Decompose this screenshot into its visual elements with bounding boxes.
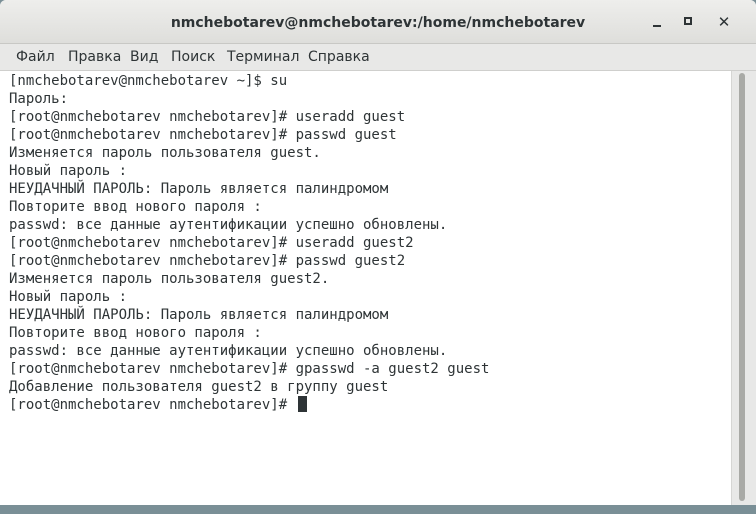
window-title: nmchebotarev@nmchebotarev:/home/nmchebot… xyxy=(170,15,586,31)
maximize-icon xyxy=(684,17,692,25)
terminal-line: НЕУДАЧНЫЙ ПАРОЛЬ: Пароль является палинд… xyxy=(9,307,389,323)
close-button[interactable]: ✕ xyxy=(714,12,734,32)
scrollbar-thumb[interactable] xyxy=(739,73,745,501)
terminal-output[interactable]: [nmchebotarev@nmchebotarev ~]$ su Пароль… xyxy=(0,71,731,505)
terminal-line: [nmchebotarev@nmchebotarev ~]$ su xyxy=(9,73,288,89)
minimize-button[interactable] xyxy=(647,12,667,32)
menu-help[interactable]: Справка xyxy=(308,44,370,71)
terminal-line: [root@nmchebotarev nmchebotarev]# gpassw… xyxy=(9,361,490,377)
menu-file[interactable]: Файл xyxy=(16,44,55,71)
text-cursor xyxy=(297,396,307,412)
terminal-line: Новый пароль : xyxy=(9,289,128,305)
terminal-line: Повторите ввод нового пароля : xyxy=(9,325,262,341)
menu-bar: Файл Правка Вид Поиск Терминал Справка xyxy=(0,44,756,71)
terminal-line: Изменяется пароль пользователя guest2. xyxy=(9,271,330,287)
menu-search[interactable]: Поиск xyxy=(171,44,215,71)
terminal-line: [root@nmchebotarev nmchebotarev]# passwd… xyxy=(9,253,406,269)
terminal-line: [root@nmchebotarev nmchebotarev]# userad… xyxy=(9,109,406,125)
terminal-line: НЕУДАЧНЫЙ ПАРОЛЬ: Пароль является палинд… xyxy=(9,181,389,197)
terminal-line: Новый пароль : xyxy=(9,163,128,179)
menu-terminal[interactable]: Терминал xyxy=(227,44,299,71)
desktop-background xyxy=(0,505,756,514)
terminal-line: passwd: все данные аутентификации успешн… xyxy=(9,343,448,359)
terminal-line: Пароль: xyxy=(9,91,69,107)
maximize-button[interactable] xyxy=(679,12,699,32)
terminal-line: [root@nmchebotarev nmchebotarev]# passwd… xyxy=(9,127,397,143)
minimize-icon xyxy=(653,25,661,27)
terminal-prompt-line: [root@nmchebotarev nmchebotarev]# xyxy=(9,396,307,414)
terminal-line: Повторите ввод нового пароля : xyxy=(9,199,262,215)
close-icon: ✕ xyxy=(717,13,731,31)
vertical-scrollbar[interactable] xyxy=(731,71,756,505)
terminal-line: [root@nmchebotarev nmchebotarev]# userad… xyxy=(9,235,414,251)
menu-view[interactable]: Вид xyxy=(130,44,158,71)
terminal-line: Добавление пользователя guest2 в группу … xyxy=(9,379,389,395)
terminal-line: Изменяется пароль пользователя guest. xyxy=(9,145,321,161)
menu-edit[interactable]: Правка xyxy=(68,44,121,71)
terminal-window: nmchebotarev@nmchebotarev:/home/nmchebot… xyxy=(0,0,756,514)
terminal-prompt: [root@nmchebotarev nmchebotarev]# xyxy=(9,397,296,413)
title-bar[interactable]: nmchebotarev@nmchebotarev:/home/nmchebot… xyxy=(0,0,756,44)
terminal-line: passwd: все данные аутентификации успешн… xyxy=(9,217,448,233)
